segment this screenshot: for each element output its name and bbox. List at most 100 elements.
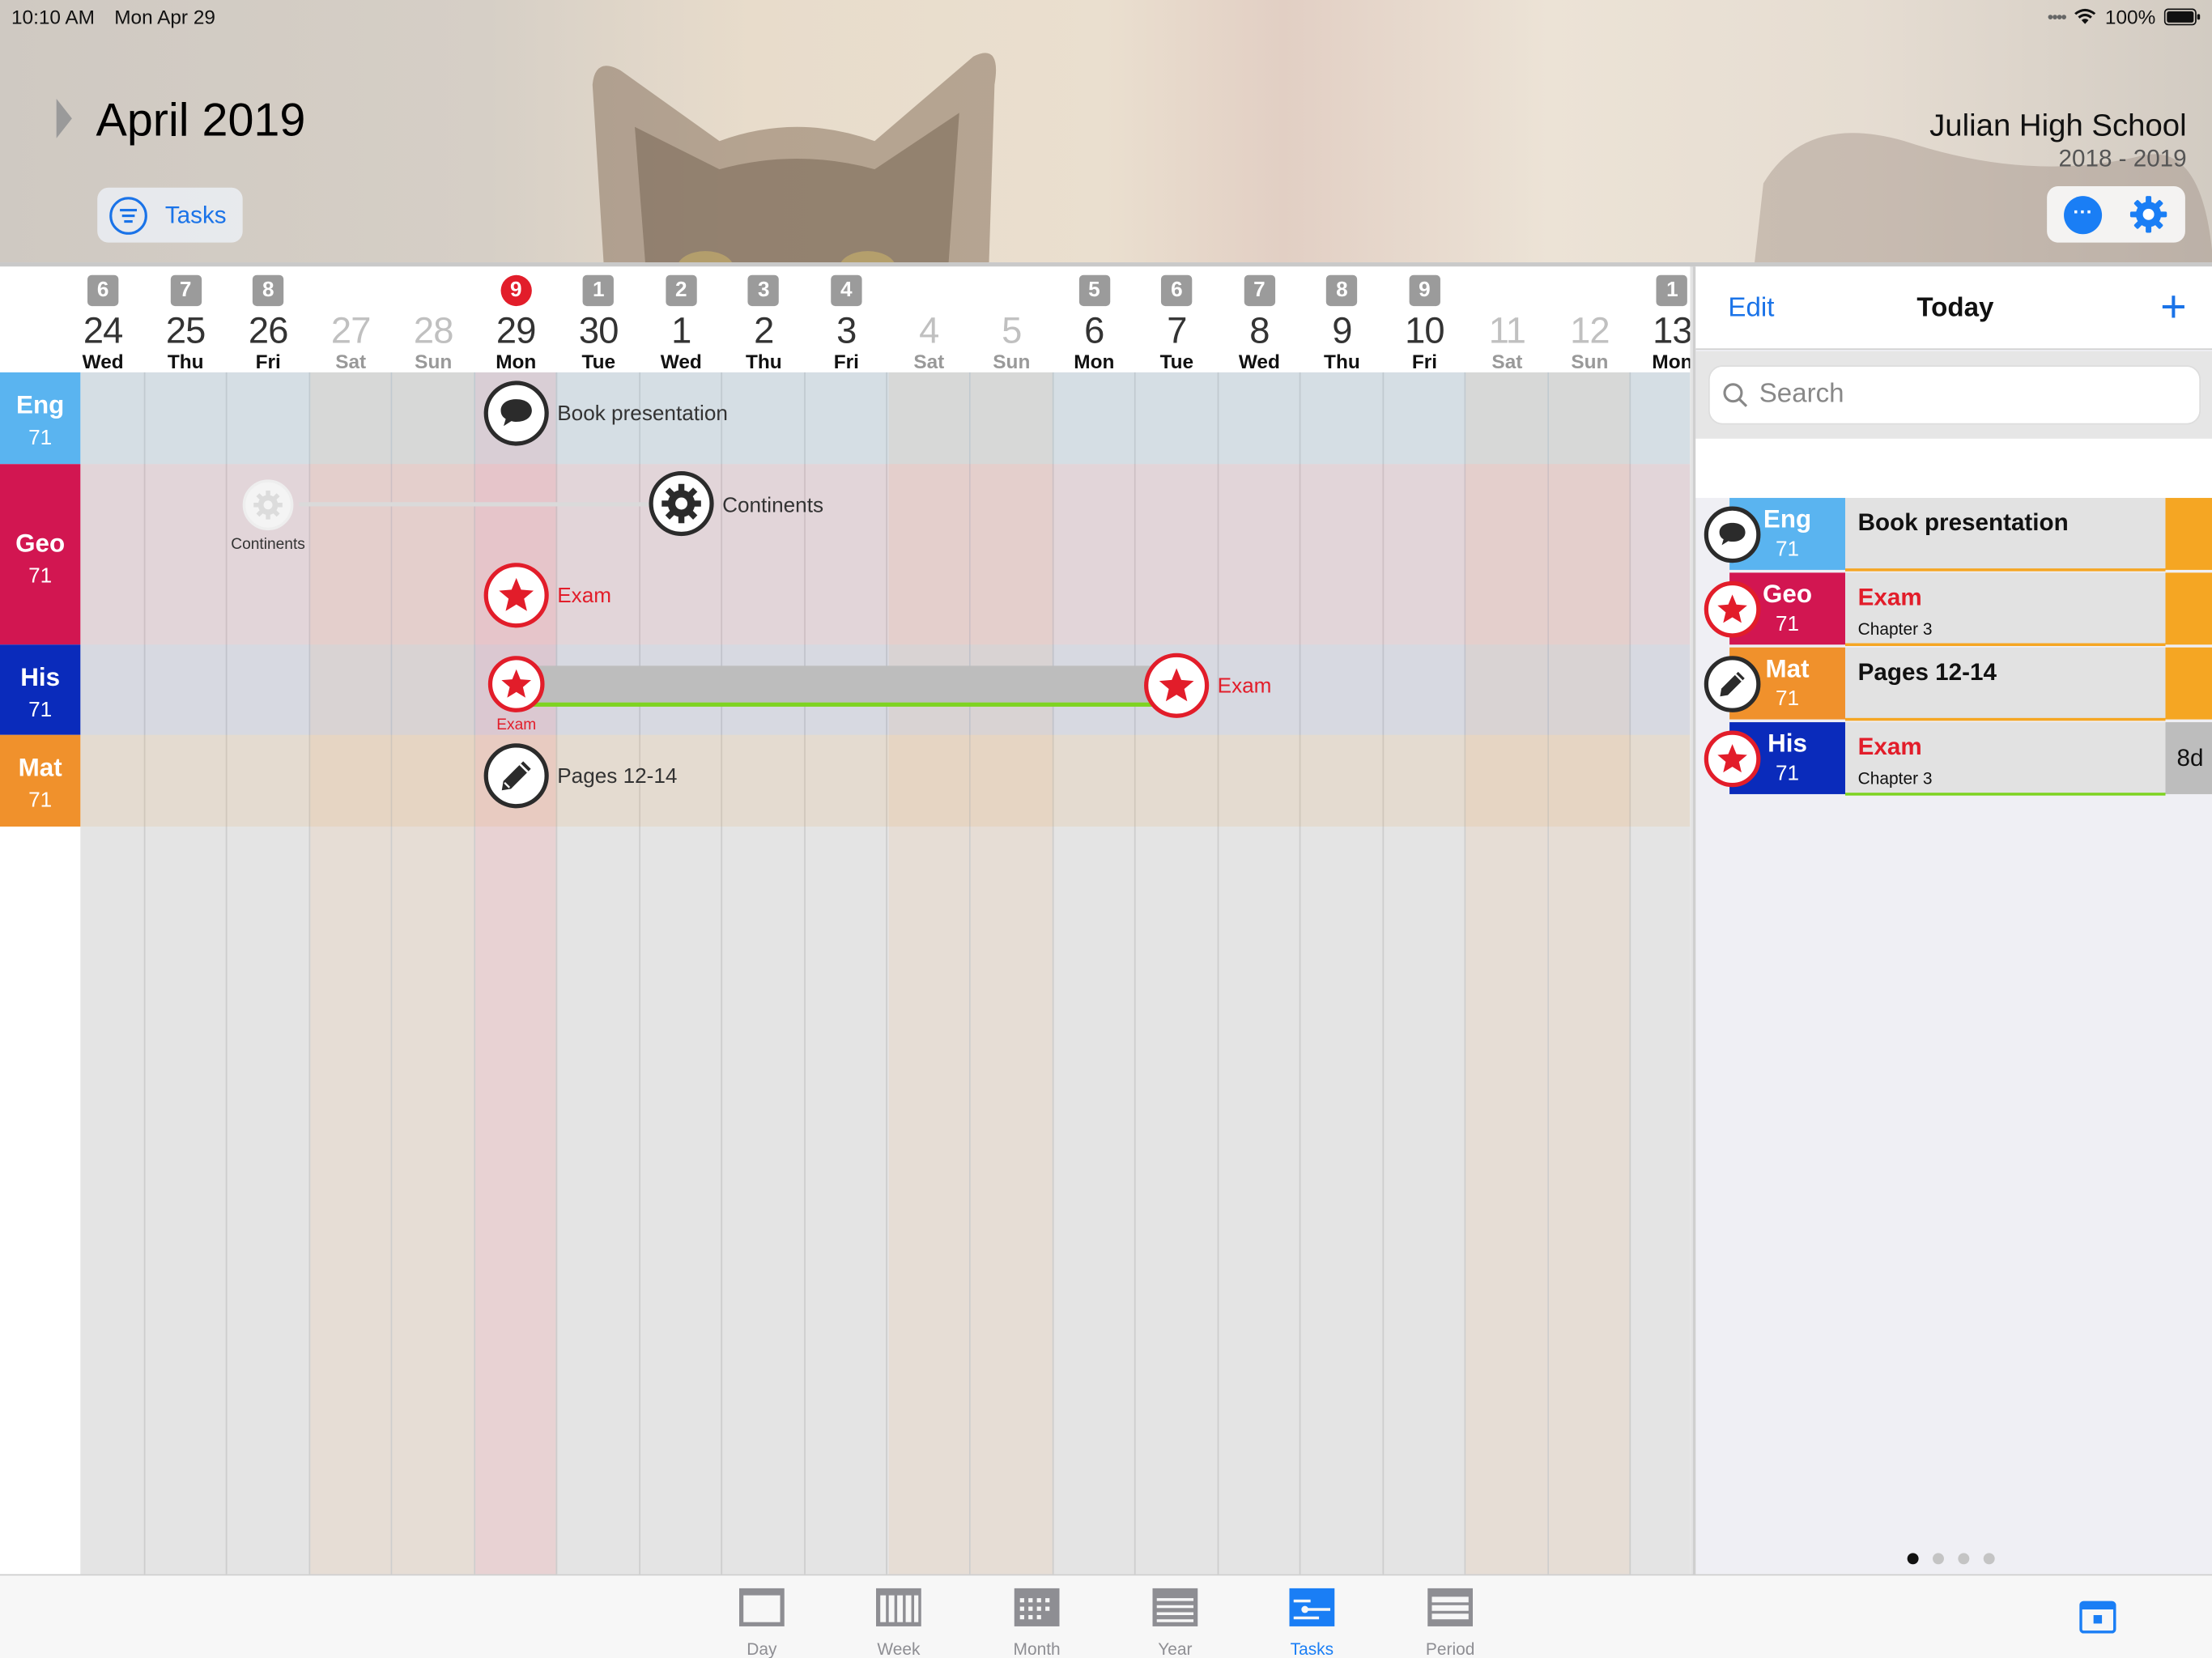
period-view-icon — [1427, 1588, 1474, 1626]
task-label-pages[interactable]: Pages 12-14 — [557, 764, 677, 789]
date-column-header[interactable]: 6 7 Tue — [1136, 266, 1218, 372]
date-column-header[interactable]: 28 Sun — [393, 266, 474, 372]
star-exam-icon — [1704, 730, 1761, 788]
date-column-header[interactable]: 7 8 Wed — [1219, 266, 1300, 372]
page-indicator[interactable] — [1907, 1553, 1995, 1565]
tab-week[interactable]: Week — [857, 1587, 942, 1658]
tab-label: Tasks — [1290, 1639, 1334, 1658]
deadline-indicator — [2165, 572, 2212, 645]
month-title: April 2019 — [96, 92, 306, 146]
task-title: Exam — [1857, 733, 1922, 761]
tasks-filter-button[interactable]: Tasks — [97, 187, 243, 243]
date-column-header[interactable]: 5 Sun — [971, 266, 1053, 372]
pencil-icon[interactable] — [483, 743, 549, 809]
tab-period[interactable]: Period — [1408, 1587, 1493, 1658]
task-label-his-exam[interactable]: Exam — [1218, 674, 1272, 699]
tab-year[interactable]: Year — [1133, 1587, 1218, 1658]
settings-gear-icon[interactable] — [2129, 194, 2168, 234]
date-column-header[interactable]: 7 25 Thu — [145, 266, 227, 372]
list-filter-icon — [109, 196, 147, 235]
weekday-name: Sat — [913, 350, 945, 372]
weekday-name: Wed — [1238, 350, 1280, 372]
subject-code: His — [20, 662, 61, 691]
tasks-view-icon — [1289, 1588, 1335, 1626]
subject-code: Geo — [15, 529, 66, 558]
date-column-header[interactable]: 1 13 Mon — [1631, 266, 1690, 372]
weekday-name: Tue — [581, 350, 616, 372]
task-label-geo-exam[interactable]: Exam — [557, 584, 611, 608]
week-number-badge: 4 — [831, 274, 862, 307]
speech-bubble-icon — [1704, 506, 1761, 563]
tab-month[interactable]: Month — [994, 1587, 1079, 1658]
weekday-name: Wed — [82, 350, 124, 372]
expand-triangle-icon[interactable] — [56, 98, 72, 138]
date-column-header[interactable]: 12 Sun — [1549, 266, 1631, 372]
star-exam-icon[interactable] — [483, 563, 549, 628]
today-calendar-icon[interactable] — [2079, 1600, 2116, 1634]
speech-bubble-icon[interactable] — [483, 380, 549, 446]
search-input[interactable]: Search — [1708, 365, 2201, 425]
progress-line — [1844, 643, 2166, 646]
weekday-name: Wed — [660, 350, 702, 372]
signal-icon: •••• — [2047, 6, 2067, 28]
tab-day[interactable]: Day — [720, 1587, 805, 1658]
today-task-row[interactable]: Geo 71 Exam Chapter 3 — [1704, 572, 2212, 646]
weekday-name: Thu — [167, 350, 204, 372]
tab-bar: Day Week Month Year Tasks Period — [0, 1574, 2212, 1658]
task-label-book-presentation[interactable]: Book presentation — [557, 402, 728, 427]
subject-number: 71 — [28, 788, 53, 813]
status-date: Mon Apr 29 — [114, 5, 215, 28]
week-number-badge: 1 — [583, 274, 615, 307]
subject-mat[interactable]: Mat 71 — [0, 734, 81, 827]
date-column-header[interactable]: 9 10 Fri — [1384, 266, 1465, 372]
week-number-badge: 1 — [1657, 274, 1688, 307]
date-column-header[interactable]: 6 24 Wed — [62, 266, 144, 372]
gear-task-icon[interactable] — [649, 470, 714, 537]
date-column-header[interactable]: 4 3 Fri — [806, 266, 887, 372]
progress-line — [1844, 568, 2166, 572]
date-number: 7 — [1167, 308, 1187, 351]
date-column-header[interactable]: 27 Sat — [310, 266, 392, 372]
today-task-row[interactable]: Mat 71 Pages 12-14 — [1704, 647, 2212, 721]
weekday-name: Fri — [1411, 350, 1437, 372]
date-column-header[interactable]: 1 30 Tue — [558, 266, 640, 372]
date-column-header[interactable]: 8 9 Thu — [1301, 266, 1383, 372]
subject-row-band — [80, 464, 1691, 645]
weekday-name: Tue — [1159, 350, 1194, 372]
battery-percent: 100% — [2104, 5, 2156, 28]
cat-photo-background — [592, 53, 997, 263]
subject-row-band — [80, 372, 1691, 465]
star-exam-icon[interactable] — [1144, 653, 1210, 718]
deadline-indicator — [2165, 498, 2212, 570]
today-task-row[interactable]: Eng 71 Book presentation — [1704, 498, 2212, 572]
more-options-icon[interactable]: ··· — [2064, 196, 2103, 235]
gear-task-icon[interactable] — [242, 479, 294, 531]
date-number: 11 — [1488, 308, 1526, 351]
date-column-header[interactable]: 3 2 Thu — [723, 266, 805, 372]
date-number: 28 — [413, 308, 454, 351]
weekday-name: Sun — [415, 350, 453, 372]
date-number: 3 — [836, 308, 857, 351]
tasks-timeline: 6 24 Wed 7 25 Thu 8 26 Fri 27 Sat 28 Sun 9 29 Mon 1 30 Tue… — [0, 266, 1691, 1575]
subject-geo[interactable]: Geo 71 — [0, 464, 81, 645]
today-task-row[interactable]: His 71 Exam Chapter 3 8d — [1704, 722, 2212, 796]
add-task-button[interactable]: + — [2160, 281, 2187, 333]
subject-eng[interactable]: Eng 71 — [0, 372, 81, 465]
weekday-name: Sat — [1491, 350, 1523, 372]
today-panel: Edit Today + Search Eng 71 Book presenta… — [1692, 266, 2212, 1575]
status-bar-right: •••• 100% — [2048, 6, 2201, 28]
date-number: 12 — [1570, 308, 1610, 351]
panel-header: Edit Today + — [1695, 266, 2212, 351]
subject-his[interactable]: His 71 — [0, 644, 81, 735]
search-area: Search — [1695, 351, 2212, 439]
date-column-header[interactable]: 4 Sat — [888, 266, 970, 372]
date-column-header[interactable]: 8 26 Fri — [228, 266, 309, 372]
date-column-header[interactable]: 5 6 Mon — [1053, 266, 1135, 372]
tab-tasks[interactable]: Tasks — [1270, 1587, 1355, 1658]
date-column-header[interactable]: 2 1 Wed — [640, 266, 722, 372]
star-exam-icon[interactable] — [487, 656, 545, 712]
date-column-header[interactable]: 9 29 Mon — [475, 266, 557, 372]
progress-line — [1844, 717, 2166, 721]
date-column-header[interactable]: 11 Sat — [1466, 266, 1548, 372]
task-label-continents[interactable]: Continents — [722, 494, 823, 518]
